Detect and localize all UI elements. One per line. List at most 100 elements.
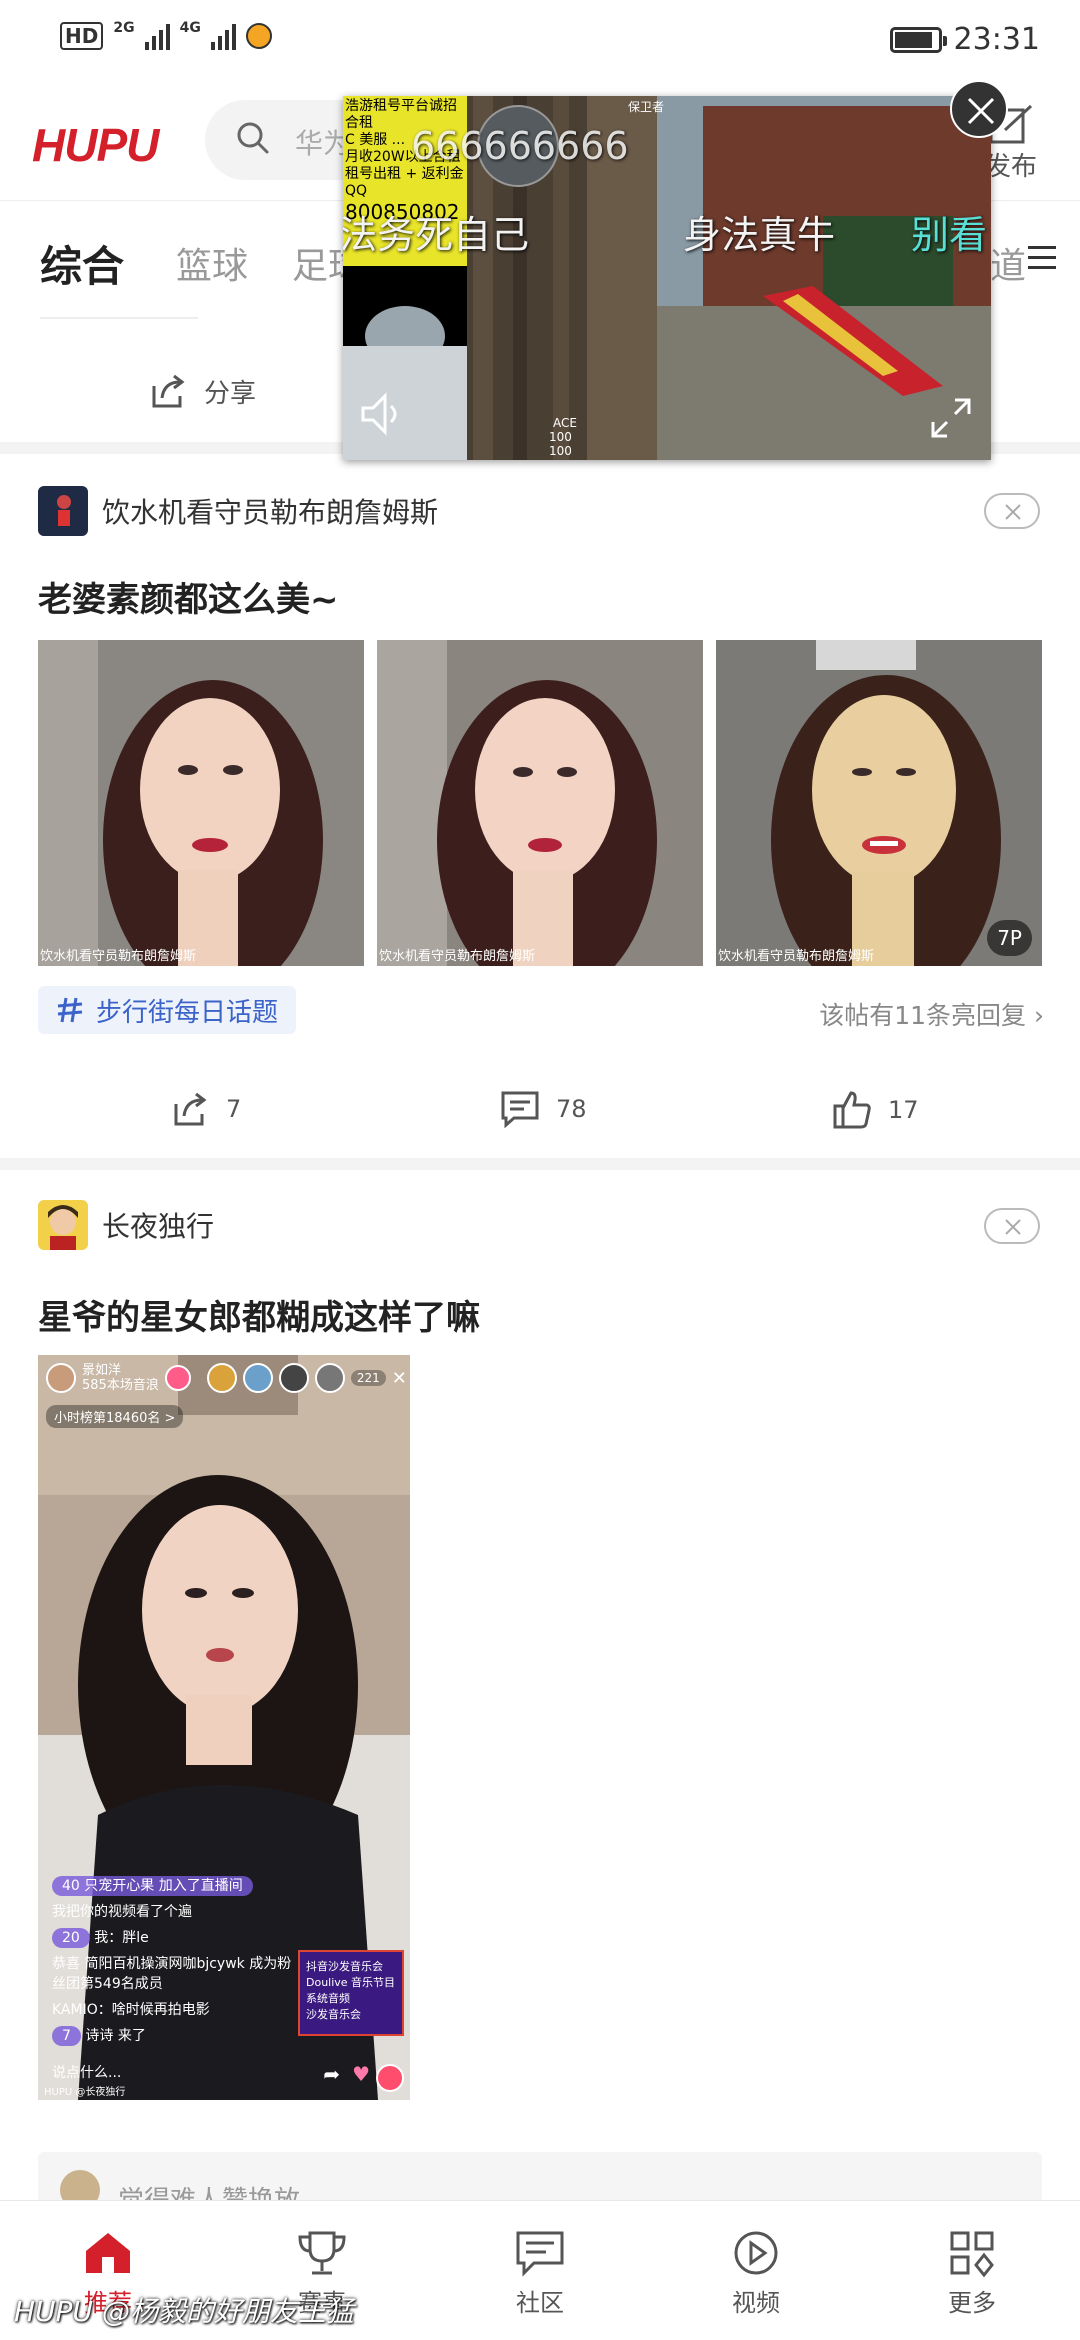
- ad-line: 租号出租 + 返利金QQ: [345, 166, 464, 199]
- search-icon: [237, 122, 269, 154]
- close-icon: ✕: [391, 1367, 407, 1389]
- chat-message: 恭喜 简阳百机操演网咖bjcywk 成为粉丝团第549名成员: [52, 1956, 292, 1992]
- topic-tag[interactable]: 步行街每日话题: [38, 986, 297, 1034]
- nav-label: 社区: [516, 2289, 564, 2317]
- viewer-avatar: [206, 1363, 237, 1393]
- video-watermark: HUPU @长夜独行: [44, 2087, 126, 2098]
- signal-icon: [144, 22, 170, 50]
- viewer-avatar: [278, 1363, 309, 1393]
- danmaku-comment: 身法真牛: [683, 213, 836, 257]
- promo-banner: 抖音沙发音乐会 Doulive 音乐节目 系统音频 沙发音乐会: [298, 1950, 404, 2036]
- nav-video[interactable]: 视频: [696, 2229, 816, 2318]
- dismiss-post-button[interactable]: [984, 1208, 1040, 1244]
- chat-message: 20 我：胖le: [52, 1927, 149, 1948]
- photo-count-badge: 7P: [987, 920, 1032, 956]
- post-username: 长夜独行: [102, 1210, 215, 1243]
- heart-icon: [164, 1365, 191, 1391]
- post-photo[interactable]: 饮水机看守员勒布朗詹姆斯 7P: [716, 640, 1042, 966]
- hud-team: 保卫者: [628, 100, 665, 114]
- dismiss-post-button[interactable]: [984, 493, 1040, 529]
- live-input-hint: 说点什么...: [52, 2065, 122, 2081]
- post-author[interactable]: 长夜独行: [38, 1200, 214, 1250]
- signal-icon: [210, 22, 236, 50]
- chat-message: 7 诗诗 来了: [52, 2025, 146, 2046]
- post-label: 发布: [984, 152, 1037, 182]
- chat-message: KAMIO：啥时候再拍电影: [52, 2002, 210, 2018]
- speaker-mute-icon[interactable]: [359, 392, 407, 436]
- status-bar: HD 2G 4G 23:31: [0, 0, 1080, 80]
- tab-basketball[interactable]: 篮球: [176, 237, 248, 289]
- trophy-icon: [298, 2231, 346, 2275]
- share-arrow-icon: ➦: [323, 2062, 340, 2086]
- share-button[interactable]: 分享: [150, 372, 256, 410]
- share-icon: [152, 374, 185, 408]
- like-button[interactable]: 17: [832, 1090, 919, 1130]
- topic-label: 步行街每日话题: [96, 997, 279, 1028]
- danmaku-comment: 别看: [911, 213, 988, 257]
- viewer-avatar: [314, 1363, 345, 1393]
- floating-video-player[interactable]: 浩游租号平台诚招合租 C 美服 ... 月收20W以上合租 租号出租 + 返利金…: [343, 96, 991, 460]
- hashtag-icon: [57, 997, 83, 1023]
- avatar[interactable]: [38, 1200, 88, 1250]
- home-icon: [86, 2233, 130, 2273]
- post-photo[interactable]: 饮水机看守员勒布朗詹姆斯: [38, 640, 364, 966]
- comment-button[interactable]: 78: [500, 1090, 587, 1128]
- like-count: 17: [888, 1096, 919, 1124]
- hud-hp: 100: [549, 430, 572, 444]
- photo-caption: 饮水机看守员勒布朗詹姆斯: [379, 949, 536, 964]
- close-floating-video-button[interactable]: [950, 80, 1008, 138]
- chevron-right-icon: ›: [1034, 1001, 1044, 1030]
- tab-general[interactable]: 综合: [40, 233, 124, 294]
- nav-community[interactable]: 社区: [480, 2229, 600, 2318]
- avatar[interactable]: [38, 486, 88, 536]
- chat-message: 40 只宠开心果 加入了直播间: [52, 1875, 253, 1896]
- viewer-avatar: [242, 1363, 273, 1393]
- highlight-replies-link[interactable]: 该帖有11条亮回复 ›: [819, 996, 1044, 1032]
- post-video-thumbnail[interactable]: 景如洋 585本场音浪 221 ✕ 小时榜第18460名 > 40 只宠开心果 …: [38, 1355, 410, 2100]
- play-circle-icon: [734, 2231, 778, 2275]
- heart-icon: ♥: [352, 2062, 370, 2086]
- promo-text: 抖音沙发音乐会 Doulive 音乐节目 系统音频: [306, 1960, 396, 2005]
- tab-divider: [40, 317, 198, 319]
- post-action-row: 7 78 17: [0, 1082, 1080, 1142]
- share-count: 7: [226, 1095, 242, 1123]
- grid-icon: [950, 2231, 994, 2277]
- menu-icon[interactable]: [1028, 243, 1056, 273]
- streamer-avatar: [46, 1363, 76, 1393]
- hupu-logo[interactable]: HUPU: [32, 118, 159, 172]
- post-photo[interactable]: 饮水机看守员勒布朗詹姆斯: [377, 640, 703, 966]
- screenshot-watermark: HUPU @杨毅的好朋友王猛: [14, 2295, 354, 2328]
- notification-app-icon: [245, 23, 272, 49]
- clock: 23:31: [953, 22, 1040, 57]
- post-title[interactable]: 老婆素颜都这么美~: [38, 572, 339, 621]
- photo-caption: 饮水机看守员勒布朗詹姆斯: [718, 949, 875, 964]
- post-author[interactable]: 饮水机看守员勒布朗詹姆斯: [38, 486, 438, 536]
- comment-icon: [501, 1091, 539, 1128]
- nav-label: 视频: [732, 2289, 780, 2317]
- promo-sub: 沙发音乐会: [306, 2008, 361, 2021]
- thumbs-up-icon: [833, 1091, 871, 1129]
- gift-icon: [376, 2064, 404, 2092]
- danmaku-comment: 法务死自己: [343, 213, 530, 257]
- post-title[interactable]: 星爷的星女郎都糊成这样了嘛: [38, 1290, 480, 1339]
- share-button[interactable]: 7: [172, 1090, 241, 1128]
- comment-count: 78: [556, 1095, 587, 1123]
- share-label: 分享: [204, 378, 257, 409]
- section-divider: [0, 1158, 1080, 1170]
- share-icon: [174, 1092, 207, 1126]
- chat-bubble-icon: [516, 2231, 564, 2277]
- network-2g-label: 2G: [113, 20, 135, 36]
- close-icon: [1005, 1219, 1021, 1235]
- nav-label: 更多: [948, 2289, 996, 2317]
- hud-name: ACE: [553, 416, 577, 430]
- expand-icon[interactable]: [929, 396, 973, 440]
- post-username: 饮水机看守员勒布朗詹姆斯: [102, 496, 439, 529]
- nav-more[interactable]: 更多: [912, 2229, 1032, 2318]
- battery-icon: [889, 26, 947, 53]
- tab-partial[interactable]: 道: [990, 237, 1026, 289]
- hourly-rank: 小时榜第18460名 >: [46, 1405, 184, 1428]
- close-icon: [1005, 504, 1021, 520]
- streamer-sub: 585本场音浪: [82, 1378, 159, 1393]
- reply-hint-text: 该帖有11条亮回复: [819, 1001, 1027, 1030]
- live-stream-header: 景如洋 585本场音浪 221 ✕: [46, 1363, 407, 1393]
